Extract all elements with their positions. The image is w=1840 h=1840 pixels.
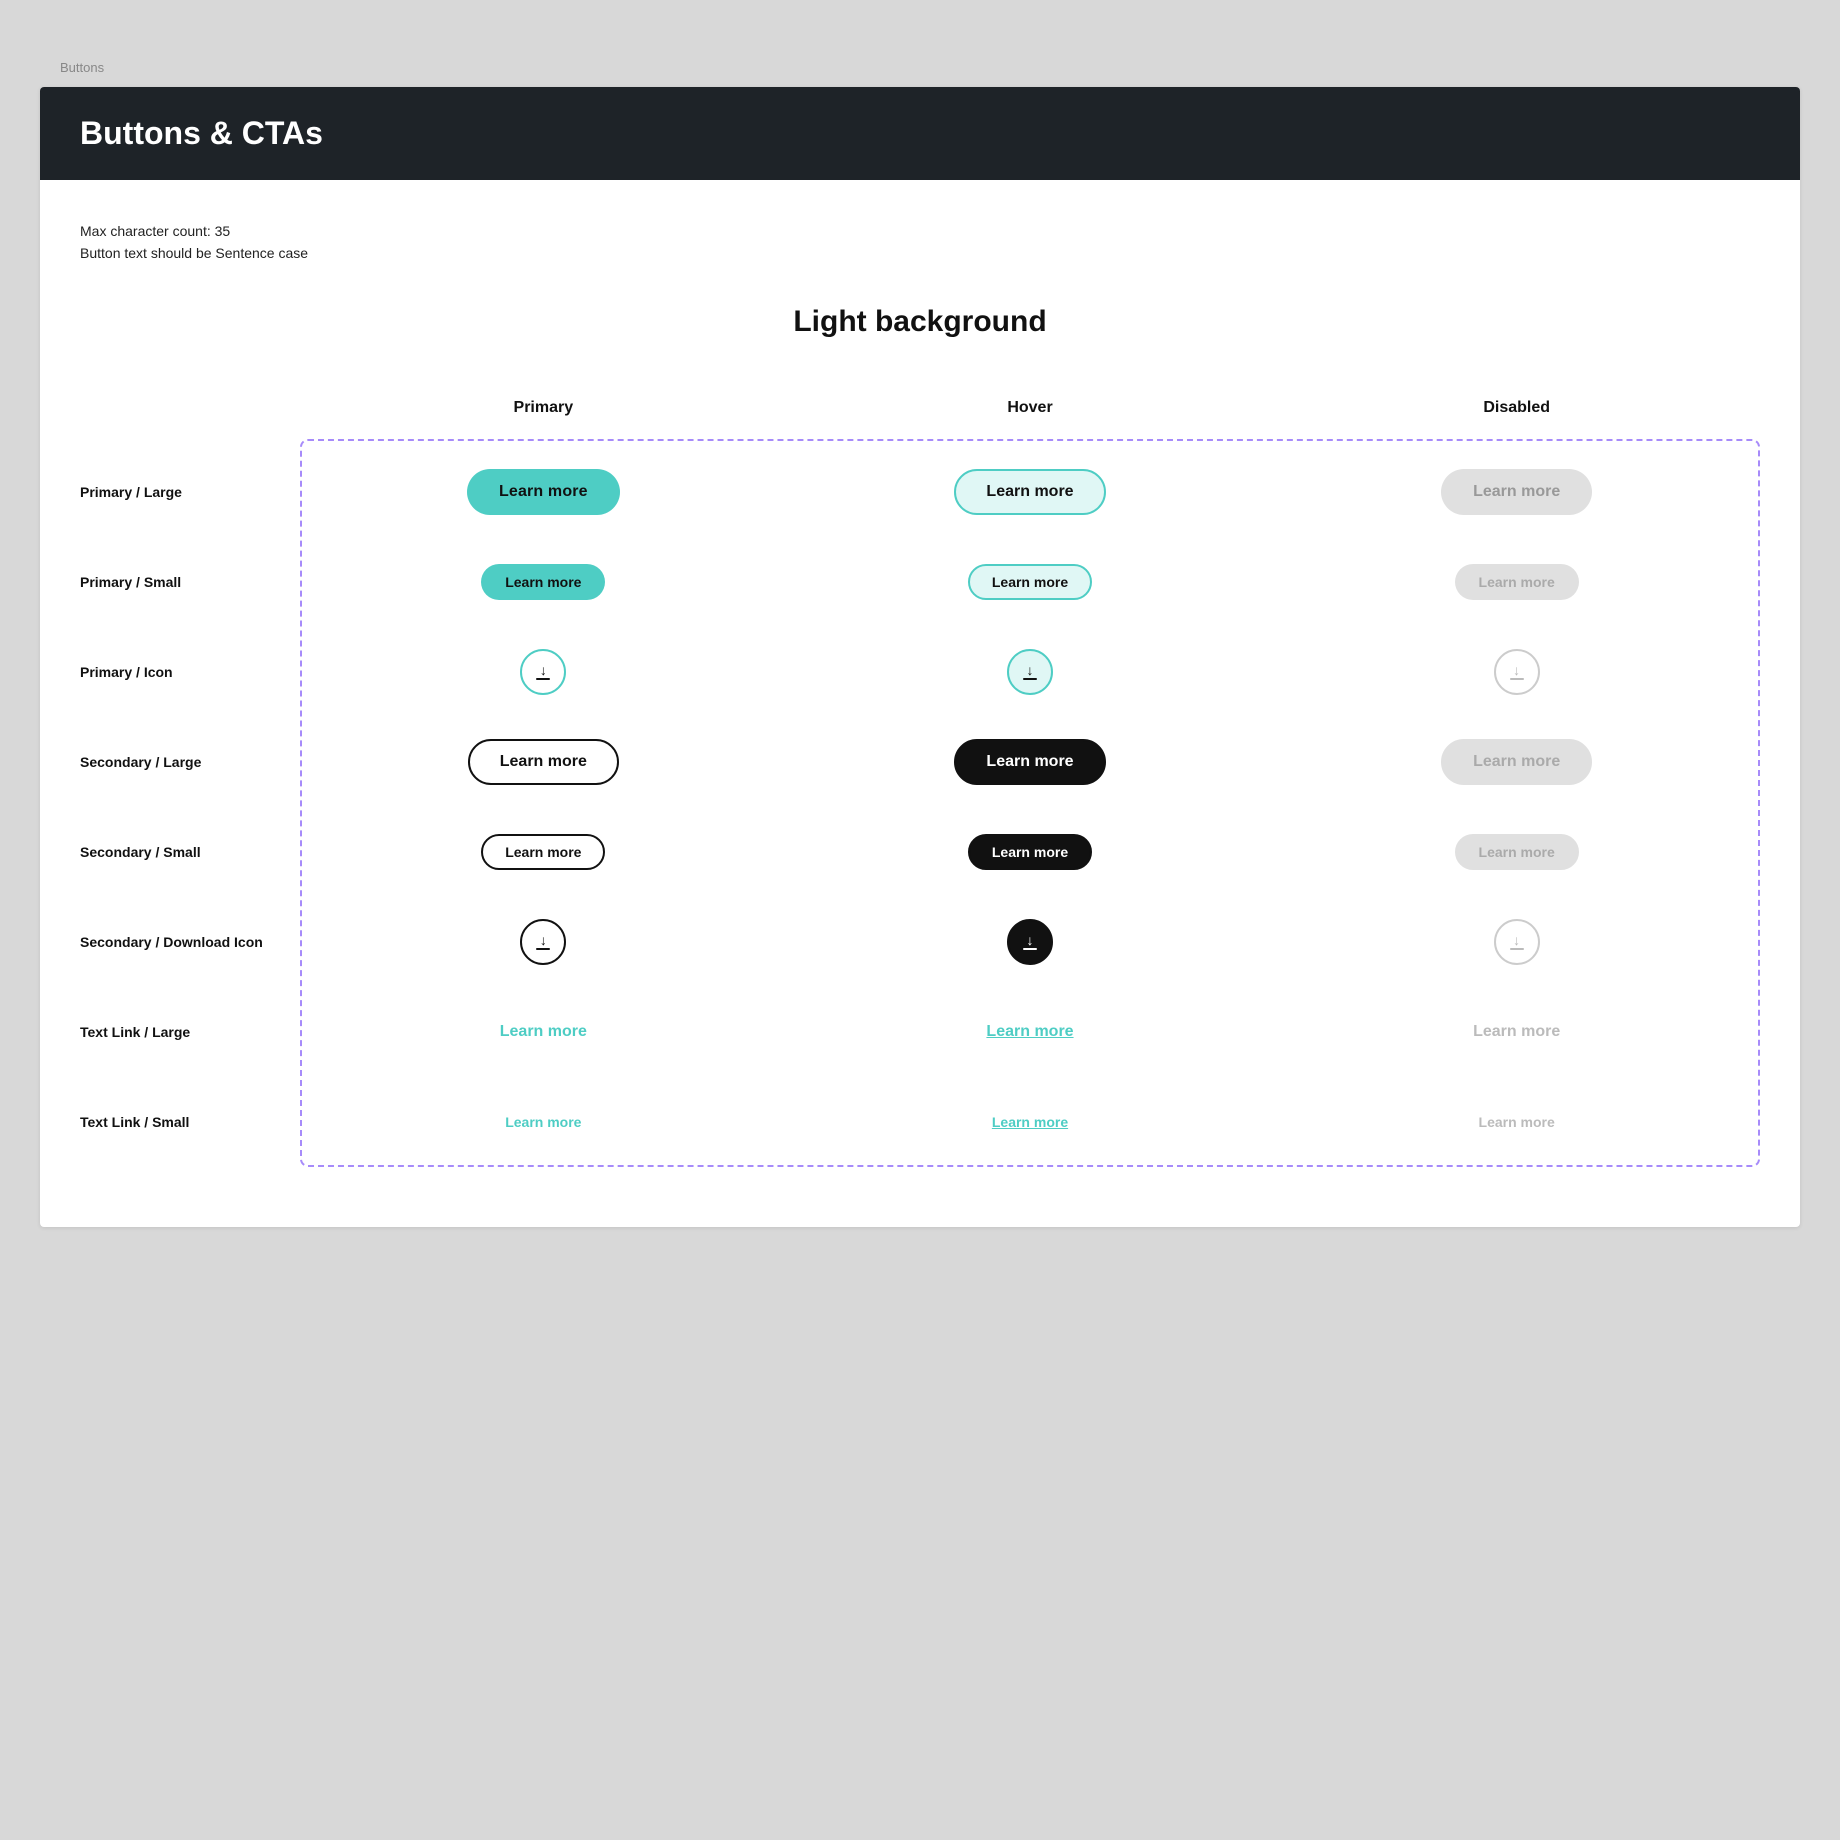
btn-secondary-dl-disabled: ↓ (1494, 919, 1540, 965)
cell-primary-large-disabled: Learn more (1273, 447, 1760, 537)
btn-secondary-large-disabled: Learn more (1441, 739, 1592, 785)
download-icon-hover: ↓ (1023, 663, 1037, 680)
btn-primary-small-hover[interactable]: Learn more (968, 564, 1092, 600)
cell-text-large-primary: Learn more (300, 987, 787, 1077)
col-header-hover: Hover (787, 379, 1274, 447)
page-title: Buttons & CTAs (80, 115, 1760, 152)
cell-primary-large-primary: Learn more (300, 447, 787, 537)
row-label-secondary-small: Secondary / Small (80, 807, 300, 897)
btn-primary-icon-primary[interactable]: ↓ (520, 649, 566, 695)
button-grid: Primary Hover Disabled Primary / Large L… (80, 379, 1760, 1167)
btn-secondary-large-primary[interactable]: Learn more (468, 739, 619, 785)
btn-secondary-small-hover[interactable]: Learn more (968, 834, 1092, 870)
cell-secondary-small-primary: Learn more (300, 807, 787, 897)
row-label-secondary-large: Secondary / Large (80, 717, 300, 807)
btn-secondary-dl-primary[interactable]: ↓ (520, 919, 566, 965)
btn-text-large-disabled: Learn more (1473, 1023, 1560, 1041)
col-header-primary: Primary (300, 379, 787, 447)
row-label-primary-large: Primary / Large (80, 447, 300, 537)
download-icon-secondary-disabled: ↓ (1510, 933, 1524, 950)
btn-primary-large-primary[interactable]: Learn more (467, 469, 620, 515)
breadcrumb: Buttons (40, 60, 1800, 75)
cell-primary-large-hover: Learn more (787, 447, 1274, 537)
cell-secondary-large-disabled: Learn more (1273, 717, 1760, 807)
download-icon-secondary: ↓ (536, 933, 550, 950)
cell-text-small-hover: Learn more (787, 1077, 1274, 1167)
cell-secondary-dl-primary: ↓ (300, 897, 787, 987)
meta-line2: Button text should be Sentence case (80, 242, 1760, 264)
row-label-primary-small: Primary / Small (80, 537, 300, 627)
col-header-disabled: Disabled (1273, 379, 1760, 447)
cell-primary-small-disabled: Learn more (1273, 537, 1760, 627)
cell-secondary-large-hover: Learn more (787, 717, 1274, 807)
meta-info: Max character count: 35 Button text shou… (80, 220, 1760, 265)
cell-primary-icon-primary: ↓ (300, 627, 787, 717)
btn-primary-small-primary[interactable]: Learn more (481, 564, 605, 600)
row-label-primary-icon: Primary / Icon (80, 627, 300, 717)
btn-secondary-dl-hover[interactable]: ↓ (1007, 919, 1053, 965)
btn-primary-small-disabled: Learn more (1455, 564, 1579, 600)
cell-text-small-primary: Learn more (300, 1077, 787, 1167)
cell-secondary-dl-disabled: ↓ (1273, 897, 1760, 987)
row-label-text-small: Text Link / Small (80, 1077, 300, 1167)
cell-text-large-disabled: Learn more (1273, 987, 1760, 1077)
cell-primary-icon-hover: ↓ (787, 627, 1274, 717)
col-empty (80, 379, 300, 447)
row-label-text-large: Text Link / Large (80, 987, 300, 1077)
btn-primary-large-hover[interactable]: Learn more (954, 469, 1105, 515)
download-icon-disabled: ↓ (1510, 663, 1524, 680)
cell-primary-small-hover: Learn more (787, 537, 1274, 627)
btn-text-large-hover[interactable]: Learn more (986, 1023, 1073, 1041)
section-title: Light background (80, 305, 1760, 339)
btn-text-large-primary[interactable]: Learn more (500, 1023, 587, 1041)
page-header: Buttons & CTAs (40, 87, 1800, 180)
cell-text-large-hover: Learn more (787, 987, 1274, 1077)
btn-secondary-small-disabled: Learn more (1455, 834, 1579, 870)
btn-text-small-hover[interactable]: Learn more (992, 1114, 1068, 1130)
cell-primary-small-primary: Learn more (300, 537, 787, 627)
page-container: Buttons & CTAs Max character count: 35 B… (40, 87, 1800, 1227)
cell-secondary-dl-hover: ↓ (787, 897, 1274, 987)
btn-secondary-small-primary[interactable]: Learn more (481, 834, 605, 870)
download-icon: ↓ (536, 663, 550, 680)
btn-primary-icon-disabled: ↓ (1494, 649, 1540, 695)
btn-primary-large-disabled: Learn more (1441, 469, 1592, 515)
download-icon-secondary-hover: ↓ (1023, 933, 1037, 950)
btn-text-small-primary[interactable]: Learn more (505, 1114, 581, 1130)
cell-secondary-small-disabled: Learn more (1273, 807, 1760, 897)
row-label-secondary-download: Secondary / Download Icon (80, 897, 300, 987)
page-content: Max character count: 35 Button text shou… (40, 180, 1800, 1227)
cell-primary-icon-disabled: ↓ (1273, 627, 1760, 717)
cell-text-small-disabled: Learn more (1273, 1077, 1760, 1167)
meta-line1: Max character count: 35 (80, 220, 1760, 242)
cell-secondary-small-hover: Learn more (787, 807, 1274, 897)
btn-secondary-large-hover[interactable]: Learn more (954, 739, 1105, 785)
btn-text-small-disabled: Learn more (1479, 1114, 1555, 1130)
btn-primary-icon-hover[interactable]: ↓ (1007, 649, 1053, 695)
cell-secondary-large-primary: Learn more (300, 717, 787, 807)
